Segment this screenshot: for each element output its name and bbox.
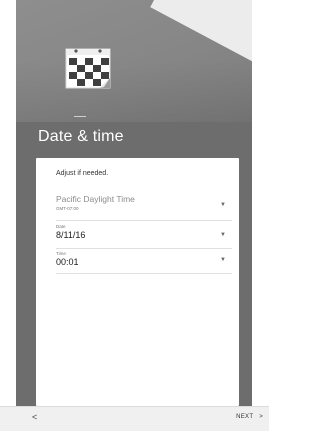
divider	[74, 116, 86, 117]
timezone-name: Pacific Daylight Time	[56, 194, 135, 204]
setup-screen: Date & time Adjust if needed. Pacific Da…	[16, 0, 252, 430]
chevron-right-icon: >	[259, 414, 263, 420]
page-title: Date & time	[38, 128, 124, 145]
date-selector[interactable]: Date 8/11/16 ▼	[56, 224, 232, 249]
calendar-icon	[65, 48, 111, 89]
next-button[interactable]: NEXT >	[236, 414, 263, 420]
back-button[interactable]: <	[32, 412, 37, 422]
timezone-selector[interactable]: Pacific Daylight Time GMT-07:00 ▼	[56, 194, 232, 221]
time-label: Time	[56, 251, 66, 256]
instruction-text: Adjust if needed.	[56, 170, 109, 177]
next-label: NEXT	[236, 414, 254, 420]
header-illustration	[16, 0, 252, 122]
time-selector[interactable]: Time 00:01 ▼	[56, 251, 232, 274]
date-label: Date	[56, 224, 66, 229]
time-value: 00:01	[56, 257, 79, 267]
page-curl-decoration	[150, 0, 252, 64]
header-shade	[16, 60, 252, 122]
dropdown-arrow-icon: ▼	[220, 202, 226, 208]
date-value: 8/11/16	[56, 230, 86, 240]
dropdown-arrow-icon: ▼	[220, 257, 226, 263]
settings-card: Adjust if needed. Pacific Daylight Time …	[36, 158, 239, 406]
timezone-offset: GMT-07:00	[56, 206, 79, 211]
dropdown-arrow-icon: ▼	[220, 232, 226, 238]
navigation-bar: < NEXT >	[0, 406, 269, 431]
